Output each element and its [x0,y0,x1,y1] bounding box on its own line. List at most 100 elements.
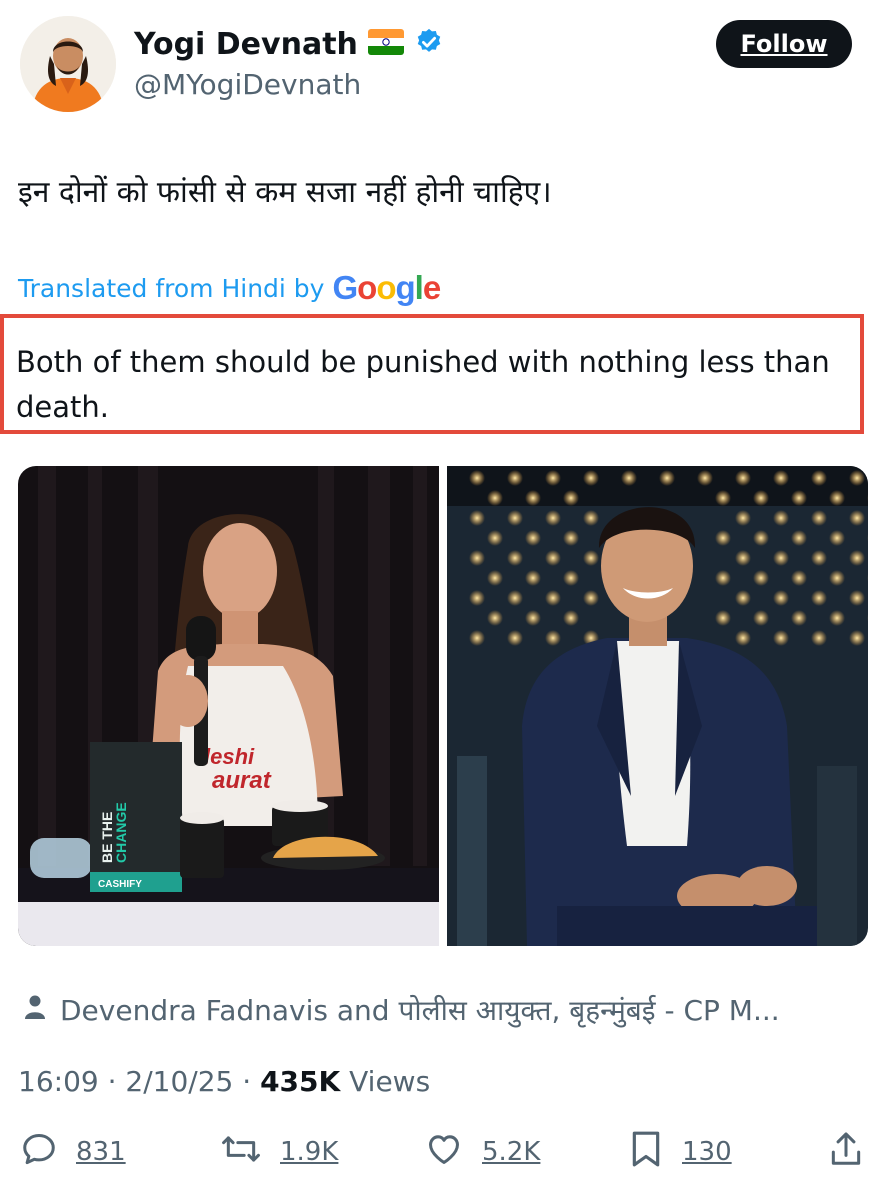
bokeh-light [563,490,579,506]
bokeh-light [545,510,561,526]
author-display-name[interactable]: Yogi Devnath [134,27,358,62]
author-avatar[interactable] [20,16,116,112]
bokeh-light [753,610,769,626]
bokeh-light [715,610,731,626]
post-text-hindi: इन दोनों को फांसी से कम सजा नहीं होनी चा… [18,175,552,210]
post-translation: Both of them should be punished with not… [16,345,830,424]
bokeh-light [849,510,865,526]
bokeh-light [563,530,579,546]
bokeh-light [469,630,485,646]
photo-man-in-blazer[interactable] [447,466,868,946]
reply-icon [20,1130,58,1175]
bokeh-light [753,530,769,546]
bokeh-light [697,470,713,486]
follow-button[interactable]: Follow [716,20,852,68]
bokeh-light [469,550,485,566]
post-date[interactable]: 2/10/25 [125,1065,233,1098]
bokeh-light [829,490,845,506]
repost-count: 1.9K [280,1137,339,1167]
bokeh-light [773,590,789,606]
bokeh-light [829,530,845,546]
bokeh-light [487,490,503,506]
bokeh-light [545,470,561,486]
bokeh-light [735,550,751,566]
bokeh-light [791,570,807,586]
bokeh-light [753,570,769,586]
tagged-users[interactable]: Devendra Fadnavis and पोलीस आयुक्त, बृहन… [24,990,780,1030]
shirt-text-top: leshi [204,744,255,769]
bokeh-light [487,570,503,586]
bokeh-light [469,510,485,526]
bokeh-light [791,490,807,506]
person-icon [24,994,46,1027]
bokeh-light [735,630,751,646]
post-time[interactable]: 16:09 [18,1065,99,1098]
author-name-row: Yogi Devnath [134,24,444,64]
bokeh-light [545,550,561,566]
bokeh-light [525,570,541,586]
google-logo: Google [332,269,441,306]
bokeh-light [621,470,637,486]
bokeh-light [811,470,827,486]
share-icon [828,1130,864,1175]
views-label: Views [349,1064,431,1098]
bokeh-light [583,510,599,526]
bokeh-light [849,630,865,646]
bokeh-light [849,470,865,486]
bokeh-light [715,490,731,506]
bokeh-light [811,590,827,606]
bokeh-light [791,610,807,626]
share-button[interactable] [828,1130,864,1174]
translation-attribution: Translated from Hindi by Google [18,268,441,308]
box-text-change: CHANGE [113,802,129,863]
bokeh-light [791,530,807,546]
bokeh-light [659,470,675,486]
repost-icon [220,1130,262,1175]
post-meta: 16:09 · 2/10/25 · 435K Views [18,1062,430,1100]
bookmark-count: 130 [682,1137,732,1167]
like-button[interactable]: 5.2K [424,1130,540,1174]
translation-highlight-box: Both of them should be punished with not… [0,314,864,434]
bokeh-light [507,590,523,606]
bokeh-light [735,470,751,486]
tagged-users-text[interactable]: Devendra Fadnavis and पोलीस आयुक्त, बृहन… [60,991,780,1029]
bokeh-light [507,510,523,526]
bokeh-light [753,490,769,506]
meta-space [340,1065,349,1098]
bokeh-light [583,550,599,566]
reply-button[interactable]: 831 [20,1130,126,1174]
bokeh-light [583,590,599,606]
like-count: 5.2K [482,1137,541,1167]
heart-icon [424,1130,464,1175]
india-flag-icon [367,29,404,59]
bokeh-light [469,470,485,486]
bokeh-light [469,590,485,606]
bokeh-light [773,470,789,486]
bokeh-light [773,550,789,566]
bokeh-light [715,530,731,546]
bokeh-light [507,630,523,646]
bokeh-light [583,470,599,486]
bokeh-light [715,570,731,586]
bokeh-light [811,550,827,566]
bokeh-light [525,610,541,626]
meta-separator: · [233,1064,261,1098]
author-handle[interactable]: @MYogiDevnath [134,68,361,101]
bokeh-light [811,510,827,526]
repost-button[interactable]: 1.9K [220,1130,338,1174]
bokeh-light [773,510,789,526]
bokeh-light [525,530,541,546]
media-grid: leshi aurat BE THE CHANGE CASHIFY [18,466,868,946]
photo-woman-with-microphone[interactable]: leshi aurat BE THE CHANGE CASHIFY [18,466,439,946]
bokeh-light [735,510,751,526]
verified-badge-icon [414,27,444,61]
translated-from-label: Translated from Hindi by [18,273,325,303]
bokeh-light [563,610,579,626]
bokeh-light [563,570,579,586]
bookmark-button[interactable]: 130 [628,1130,732,1174]
bokeh-light [811,630,827,646]
box-text-cashify: CASHIFY [98,879,142,890]
bokeh-light [507,470,523,486]
bokeh-light [849,590,865,606]
bookmark-icon [628,1129,664,1176]
